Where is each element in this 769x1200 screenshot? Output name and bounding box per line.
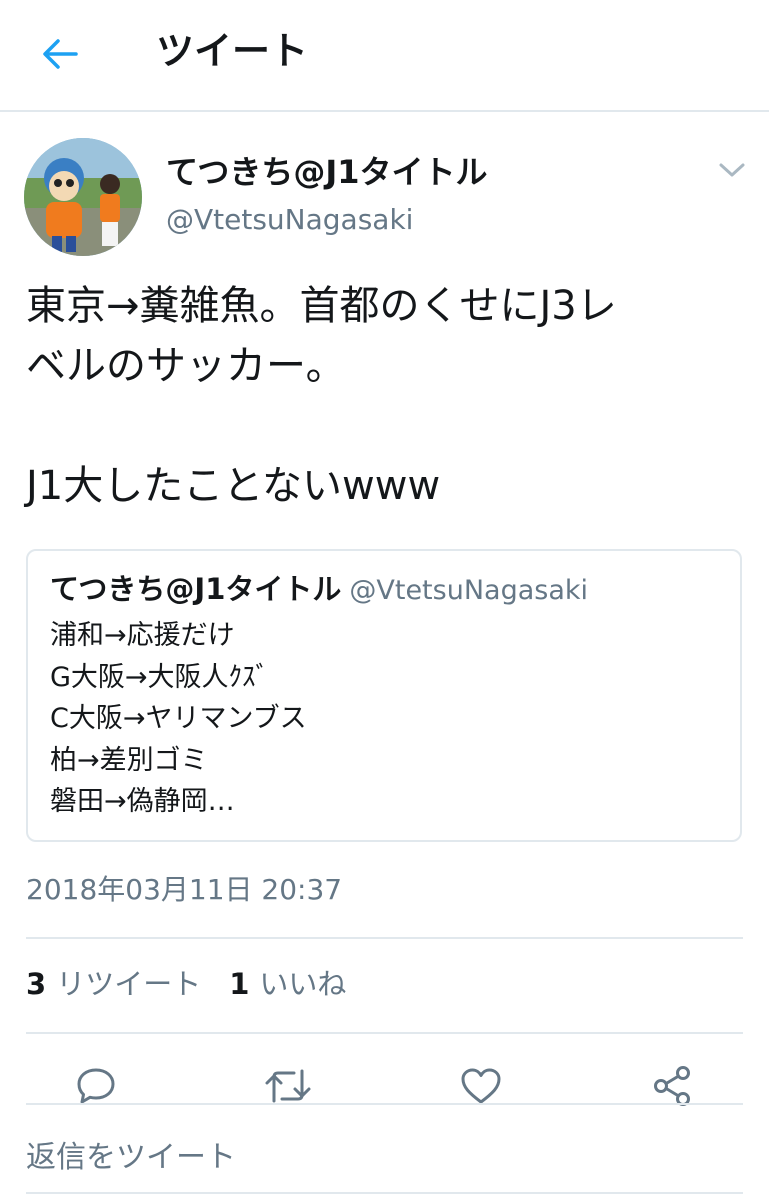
divider [26, 937, 743, 939]
quoted-text-line: 浦和→応援だけ [50, 620, 235, 651]
user-handle[interactable]: @VtetsuNagasaki [166, 200, 413, 240]
page-title: ツイート [156, 29, 309, 73]
quoted-tweet-header: てつきち@J1タイトル @VtetsuNagasaki [50, 567, 588, 616]
display-name[interactable]: てつきち@J1タイトル [166, 150, 488, 194]
avatar[interactable] [24, 138, 142, 256]
tweet-text: 東京→糞雑魚。首都のくせにJ3レ ベルのサッカー。 J1大したことないwww [26, 276, 746, 516]
quoted-text-line: 柏→差別ゴミ [50, 744, 208, 776]
reply-icon [77, 1068, 115, 1104]
tweet-text-line: 東京→糞雑魚。首都のくせにJ3レ [26, 283, 617, 329]
retweet-icon [265, 1069, 311, 1103]
quoted-user-handle: @VtetsuNagasaki [349, 575, 589, 606]
likes-count: 1 [229, 967, 250, 1001]
heart-icon [461, 1068, 501, 1104]
top-bar: ツイート [0, 0, 769, 112]
likes-label: いいね [259, 967, 347, 1001]
avatar-image [24, 138, 142, 256]
likes-stat[interactable]: 1 いいね [229, 962, 346, 1006]
retweets-label: リツイート [56, 967, 202, 1001]
retweets-count: 3 [26, 967, 47, 1001]
tweet-menu-button[interactable] [712, 152, 752, 188]
quoted-display-name: てつきち@J1タイトル [50, 572, 342, 606]
quoted-tweet[interactable]: てつきち@J1タイトル @VtetsuNagasaki 浦和→応援だけ G大阪→大… [26, 549, 742, 842]
tweet-text-line: J1大したことないwww [26, 463, 441, 509]
quoted-text-line: 磐田→偽静岡… [50, 786, 235, 817]
chevron-down-icon [719, 163, 745, 177]
back-button[interactable] [36, 30, 84, 78]
arrow-left-icon [43, 39, 78, 69]
quoted-tweet-text: 浦和→応援だけ G大阪→大阪人ｸｽﾞ C大阪→ヤリマンブス 柏→差別ゴミ 磐田→… [50, 615, 307, 823]
tweet-timestamp: 2018年03月11日 20:37 [26, 873, 343, 906]
divider [26, 1103, 743, 1105]
quoted-text-line: C大阪→ヤリマンブス [50, 703, 307, 734]
share-icon [654, 1066, 690, 1106]
tweet-stats: 3 リツイート 1 いいね [26, 962, 346, 1006]
divider [26, 1032, 743, 1034]
reply-input[interactable]: 返信をツイート [26, 1130, 743, 1186]
divider [26, 1192, 743, 1194]
quoted-text-line: G大阪→大阪人ｸｽﾞ [50, 661, 270, 693]
retweets-stat[interactable]: 3 リツイート [26, 962, 201, 1006]
tweet-text-line: ベルのサッカー。 [26, 343, 346, 389]
